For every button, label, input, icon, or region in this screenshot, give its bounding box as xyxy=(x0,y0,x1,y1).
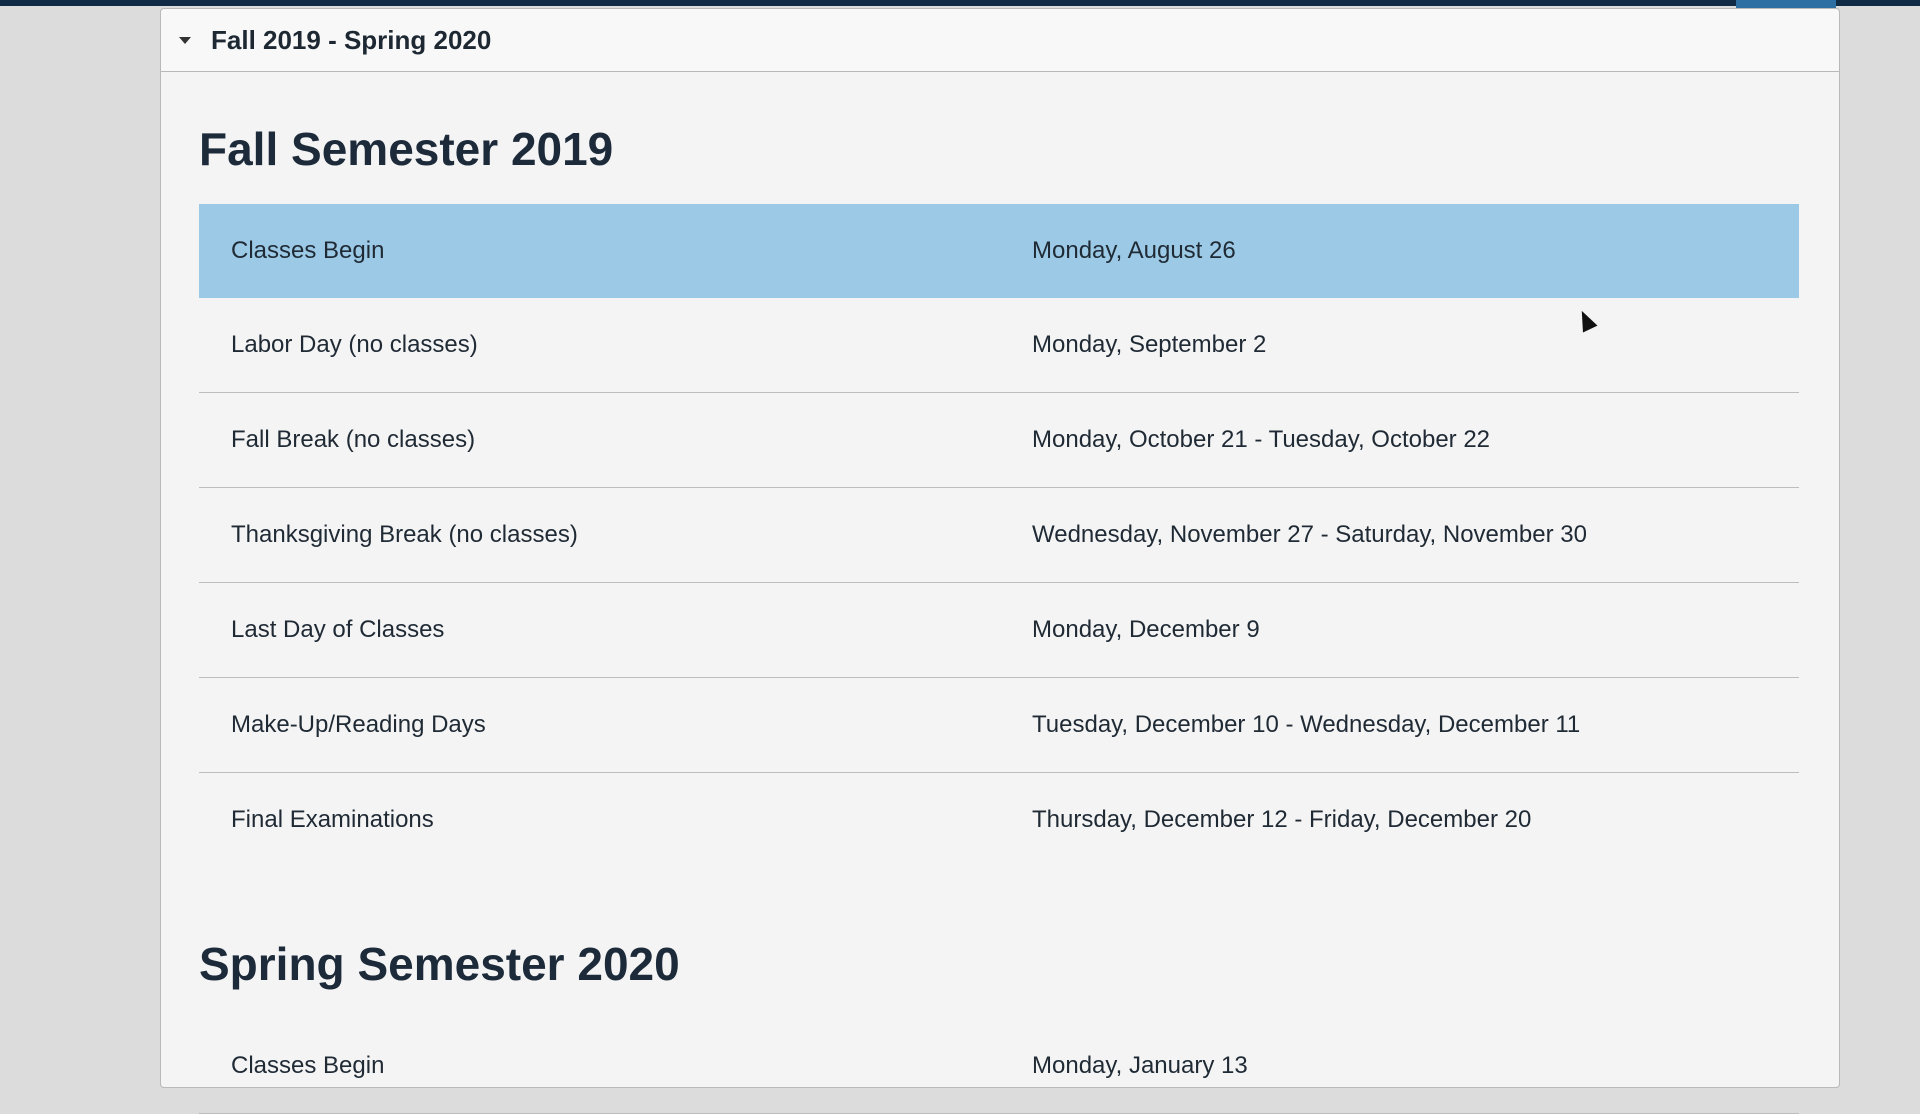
top-navigation-bar xyxy=(0,0,1920,18)
event-date: Monday, December 9 xyxy=(1032,616,1260,643)
event-name: Fall Break (no classes) xyxy=(231,426,476,453)
spring-semester-table: Classes Begin Monday, January 13 xyxy=(199,1019,1799,1114)
event-date: Tuesday, December 10 - Wednesday, Decemb… xyxy=(1032,711,1581,738)
event-name: Final Examinations xyxy=(231,806,434,833)
academic-year-accordion: Fall 2019 - Spring 2020 Fall Semester 20… xyxy=(160,8,1840,1114)
fall-semester-table: Classes Begin Monday, August 26 Labor Da… xyxy=(199,204,1799,867)
accordion-body: Fall Semester 2019 Classes Begin Monday,… xyxy=(161,72,1839,1114)
event-name: Classes Begin xyxy=(231,1052,385,1079)
event-name: Last Day of Classes xyxy=(231,616,445,643)
table-row[interactable]: Classes Begin Monday, January 13 xyxy=(199,1019,1799,1114)
event-date: Monday, January 13 xyxy=(1032,1052,1248,1079)
fall-semester-heading: Fall Semester 2019 xyxy=(199,123,614,175)
event-name: Labor Day (no classes) xyxy=(231,331,478,358)
event-date: Monday, October 21 - Tuesday, October 22 xyxy=(1032,426,1491,453)
table-row[interactable]: Classes Begin Monday, August 26 xyxy=(199,204,1799,298)
event-name: Classes Begin xyxy=(231,237,385,264)
table-row[interactable]: Final Examinations Thursday, December 12… xyxy=(199,773,1799,868)
event-name: Thanksgiving Break (no classes) xyxy=(231,521,578,548)
table-row[interactable]: Fall Break (no classes) Monday, October … xyxy=(199,393,1799,488)
spring-semester-heading: Spring Semester 2020 xyxy=(199,938,680,990)
accordion-header[interactable]: Fall 2019 - Spring 2020 xyxy=(161,9,1839,72)
table-row[interactable]: Labor Day (no classes) Monday, September… xyxy=(199,298,1799,393)
event-date: Monday, September 2 xyxy=(1032,331,1267,358)
caret-down-icon[interactable] xyxy=(179,36,191,44)
event-name: Make-Up/Reading Days xyxy=(231,711,486,738)
event-date: Monday, August 26 xyxy=(1032,237,1236,264)
event-date: Wednesday, November 27 - Saturday, Novem… xyxy=(1032,521,1587,548)
accordion-title: Fall 2019 - Spring 2020 xyxy=(211,24,492,55)
event-date: Thursday, December 12 - Friday, December… xyxy=(1032,806,1532,833)
table-row[interactable]: Last Day of Classes Monday, December 9 xyxy=(199,583,1799,678)
table-row[interactable]: Thanksgiving Break (no classes) Wednesda… xyxy=(199,488,1799,583)
table-row[interactable]: Make-Up/Reading Days Tuesday, December 1… xyxy=(199,678,1799,773)
